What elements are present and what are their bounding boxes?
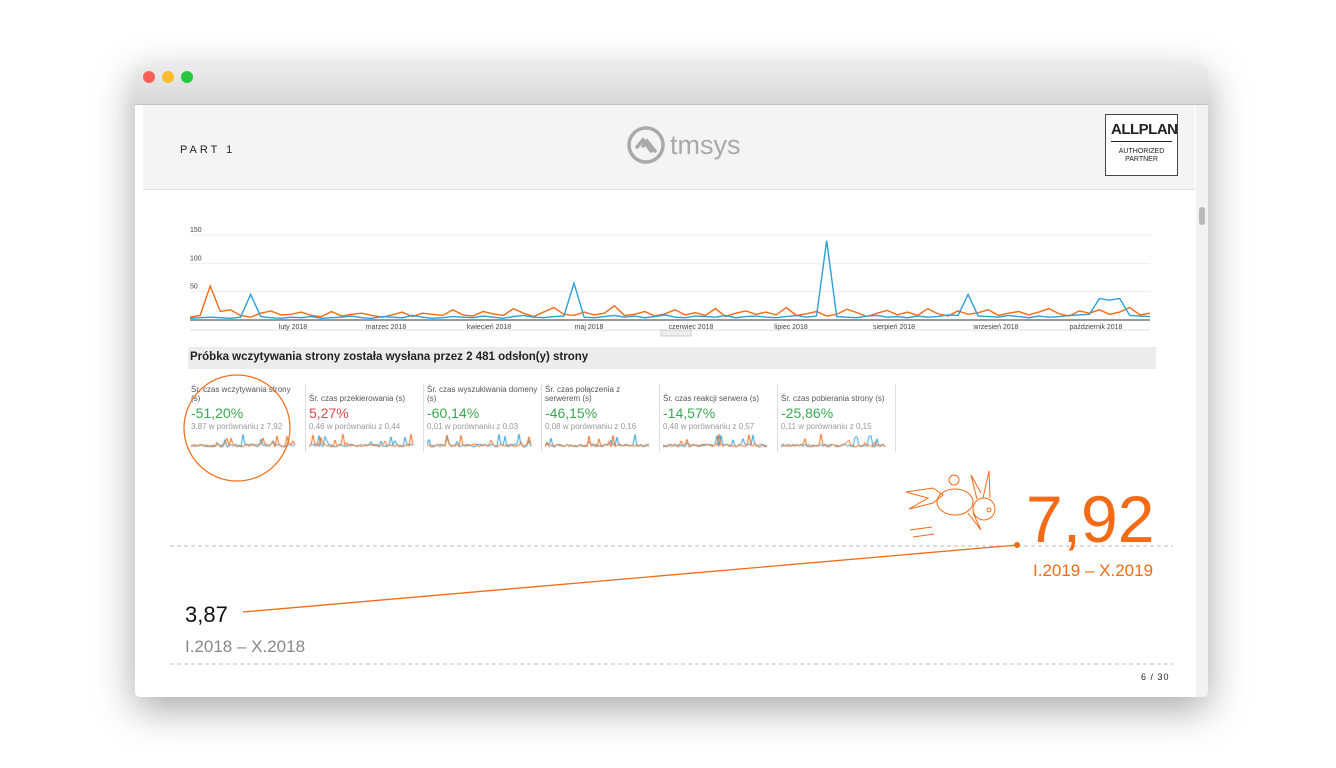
minimize-button[interactable] (162, 71, 174, 83)
maximize-button[interactable] (181, 71, 193, 83)
new-period: I.2019 – X.2019 (1033, 561, 1154, 580)
page-number: 6 / 30 (1141, 672, 1170, 682)
new-value: 7,92 (1026, 482, 1155, 556)
growth-dot (1014, 542, 1020, 548)
growth-line (242, 544, 1018, 613)
old-value: 3,87 (185, 602, 228, 627)
close-button[interactable] (143, 71, 155, 83)
scrollbar-thumb[interactable] (1199, 207, 1205, 225)
browser-window: PART 1 tmsys ALLPLAN AUTHORIZED PARTNER … (135, 65, 1208, 697)
highlight-circle (183, 374, 291, 482)
comparison-annotation (170, 374, 1173, 665)
title-bar (135, 65, 1208, 105)
rabbit-icon (905, 470, 996, 538)
old-period: I.2018 – X.2018 (185, 637, 306, 656)
slide-page: PART 1 tmsys ALLPLAN AUTHORIZED PARTNER … (143, 105, 1195, 697)
scrollbar[interactable] (1196, 105, 1208, 697)
